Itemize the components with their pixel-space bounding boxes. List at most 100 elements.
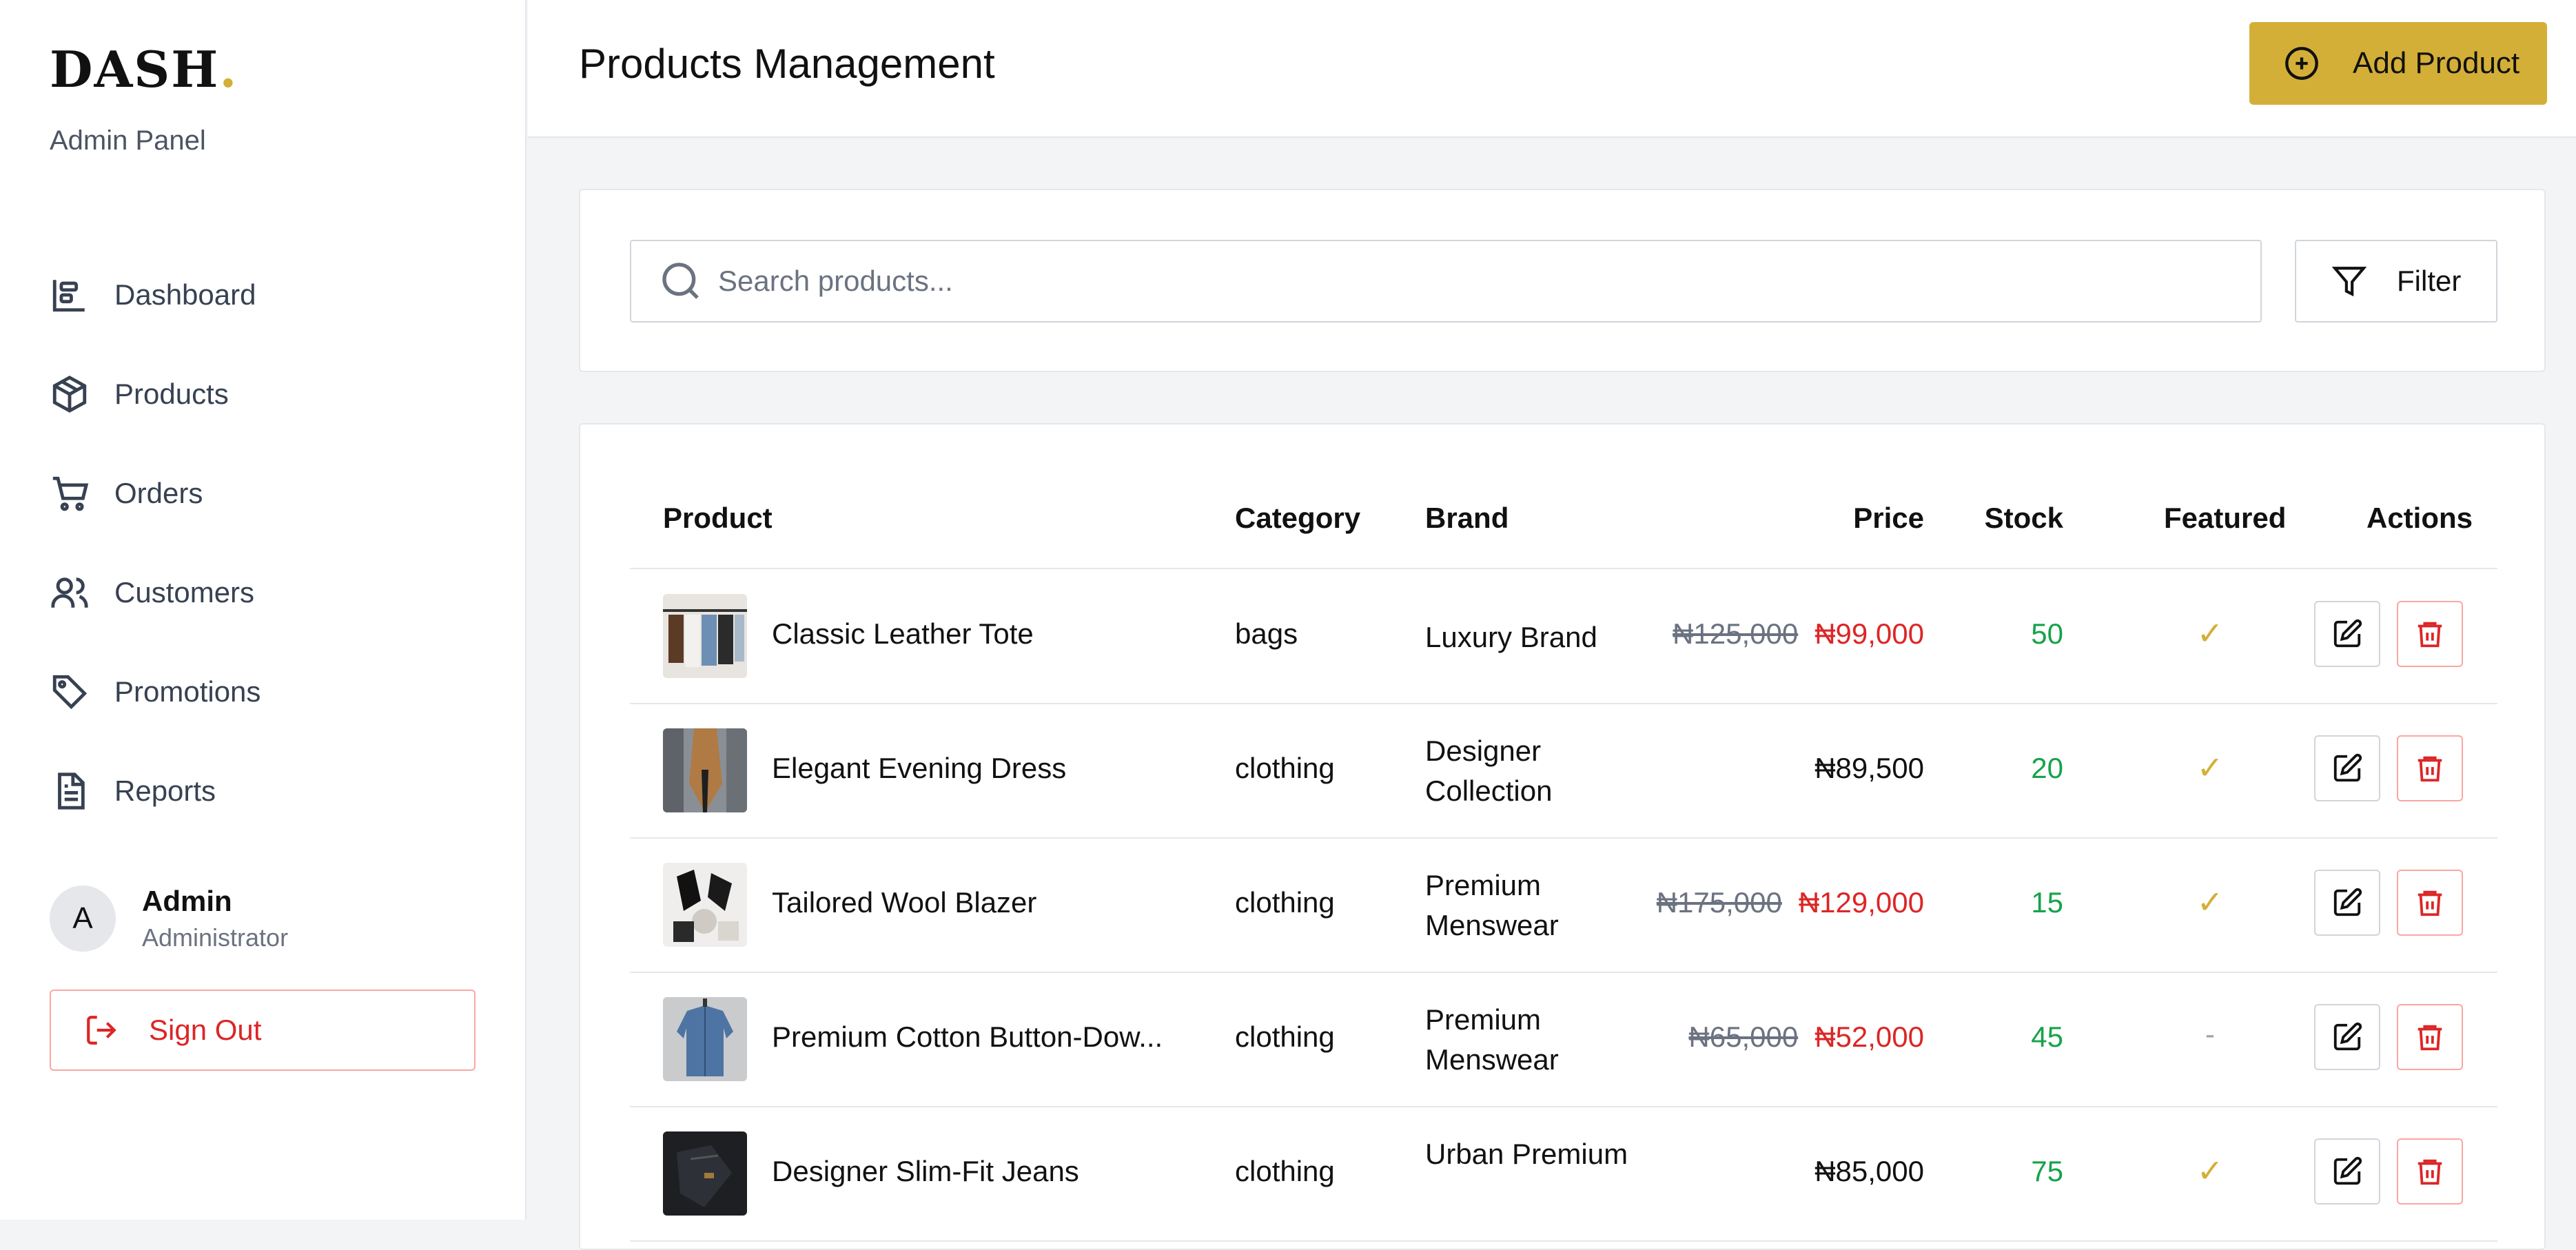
not-featured-indicator: -: [2205, 1018, 2215, 1050]
product-price: ₦65,000 ₦52,000: [1688, 1021, 1924, 1054]
product-name[interactable]: Elegant Evening Dress: [772, 752, 1066, 785]
product-name[interactable]: Classic Leather Tote: [772, 617, 1034, 650]
search-icon: [659, 259, 717, 303]
product-thumbnail: [663, 863, 747, 947]
products-table: Product Category Brand Price Stock Featu…: [579, 423, 2546, 1250]
original-price: ₦175,000: [1656, 886, 1782, 919]
edit-icon: [2331, 887, 2363, 919]
add-product-label: Add Product: [2353, 46, 2520, 80]
product-stock: 20: [2031, 752, 2063, 784]
product-thumbnail: [663, 997, 747, 1081]
edit-icon: [2331, 752, 2363, 784]
sign-out-label: Sign Out: [149, 1014, 262, 1046]
add-product-button[interactable]: Add Product: [2249, 22, 2547, 105]
product-stock: 15: [2031, 886, 2063, 919]
delete-button[interactable]: [2397, 1004, 2463, 1070]
trash-icon: [2414, 1021, 2446, 1053]
trash-icon: [2414, 752, 2446, 784]
product-thumbnail: [663, 728, 747, 812]
delete-button[interactable]: [2397, 1138, 2463, 1205]
sidebar: DASH. Admin Panel Dashboard Products Ord…: [0, 0, 527, 1220]
edit-button[interactable]: [2314, 601, 2380, 667]
sidebar-item-label: Reports: [114, 775, 216, 807]
product-brand: Designer Collection: [1425, 735, 1553, 807]
product-name[interactable]: Designer Slim-Fit Jeans: [772, 1155, 1079, 1188]
sign-out-button[interactable]: Sign Out: [50, 990, 476, 1071]
product-thumbnail: [663, 594, 747, 678]
edit-button[interactable]: [2314, 735, 2380, 801]
col-header-product[interactable]: Product: [663, 502, 773, 535]
product-brand: Luxury Brand: [1425, 621, 1597, 653]
edit-button[interactable]: [2314, 1004, 2380, 1070]
sidebar-item-label: Dashboard: [114, 278, 256, 311]
edit-icon: [2331, 618, 2363, 650]
col-header-brand[interactable]: Brand: [1425, 502, 1509, 535]
filter-label: Filter: [2397, 265, 2462, 297]
trash-icon: [2414, 618, 2446, 650]
product-thumbnail: [663, 1131, 747, 1216]
delete-button[interactable]: [2397, 735, 2463, 801]
sidebar-nav: Dashboard Products Orders Customers Prom…: [0, 245, 525, 841]
product-category: clothing: [1235, 1021, 1335, 1053]
avatar: A: [50, 885, 116, 952]
search-input[interactable]: [717, 264, 2236, 298]
filter-button[interactable]: Filter: [2295, 240, 2497, 322]
col-header-actions: Actions: [2367, 502, 2473, 534]
featured-check-icon: ✓: [2196, 615, 2224, 651]
search-card: Filter: [579, 189, 2546, 372]
sidebar-item-label: Products: [114, 378, 229, 410]
price-value: ₦85,000: [1815, 1155, 1924, 1187]
featured-check-icon: ✓: [2196, 1153, 2224, 1189]
sidebar-item-label: Promotions: [114, 675, 261, 708]
cart-icon: [50, 473, 90, 513]
product-name[interactable]: Premium Cotton Button-Dow...: [772, 1021, 1163, 1054]
featured-check-icon: ✓: [2196, 884, 2224, 920]
col-header-price[interactable]: Price: [1853, 502, 1924, 535]
delete-button[interactable]: [2397, 601, 2463, 667]
edit-button[interactable]: [2314, 870, 2380, 936]
sidebar-item-label: Orders: [114, 477, 203, 509]
product-brand: Urban Premium: [1425, 1138, 1628, 1170]
product-category: bags: [1235, 617, 1298, 650]
sidebar-item-dashboard[interactable]: Dashboard: [0, 245, 525, 345]
product-price: ₦125,000 ₦99,000: [1673, 617, 1924, 650]
page-header: Products Management Add Product: [528, 0, 2576, 138]
sidebar-item-label: Customers: [114, 576, 255, 608]
product-stock: 45: [2031, 1021, 2063, 1053]
product-brand: Premium Menswear: [1425, 869, 1559, 941]
sidebar-item-promotions[interactable]: Promotions: [0, 642, 525, 741]
edit-icon: [2331, 1156, 2363, 1187]
sale-price: ₦99,000: [1815, 617, 1924, 650]
page-title: Products Management: [579, 41, 995, 87]
sale-price: ₦52,000: [1815, 1021, 1924, 1053]
original-price: ₦125,000: [1673, 617, 1799, 650]
col-header-stock[interactable]: Stock: [1985, 502, 2063, 535]
logout-icon: [84, 1013, 149, 1047]
product-category: clothing: [1235, 1155, 1335, 1187]
delete-button[interactable]: [2397, 870, 2463, 936]
tag-icon: [50, 672, 90, 712]
product-price: ₦175,000 ₦129,000: [1657, 886, 1924, 919]
edit-button[interactable]: [2314, 1138, 2380, 1205]
original-price: ₦65,000: [1688, 1021, 1799, 1053]
dashboard-icon: [50, 275, 90, 315]
featured-check-icon: ✓: [2196, 750, 2224, 786]
table-row: Elegant Evening Dress clothing Designer …: [630, 704, 2497, 839]
col-header-category[interactable]: Category: [1235, 502, 1360, 535]
sidebar-item-reports[interactable]: Reports: [0, 741, 525, 841]
sidebar-item-customers[interactable]: Customers: [0, 543, 525, 642]
table-row: Designer Slim-Fit Jeans clothing Urban P…: [630, 1107, 2497, 1242]
user-name: Admin: [142, 885, 232, 917]
product-name[interactable]: Tailored Wool Blazer: [772, 886, 1036, 919]
sidebar-subtitle: Admin Panel: [50, 125, 206, 156]
trash-icon: [2414, 1156, 2446, 1187]
sidebar-item-products[interactable]: Products: [0, 345, 525, 444]
trash-icon: [2414, 887, 2446, 919]
col-header-featured[interactable]: Featured: [2164, 502, 2286, 535]
sidebar-item-orders[interactable]: Orders: [0, 444, 525, 543]
user-role: Administrator: [142, 923, 289, 952]
search-box[interactable]: [630, 240, 2262, 322]
table-row: Classic Leather Tote bags Luxury Brand ₦…: [630, 569, 2497, 704]
table-row: Tailored Wool Blazer clothing Premium Me…: [630, 838, 2497, 973]
plus-circle-icon: [2284, 45, 2353, 81]
